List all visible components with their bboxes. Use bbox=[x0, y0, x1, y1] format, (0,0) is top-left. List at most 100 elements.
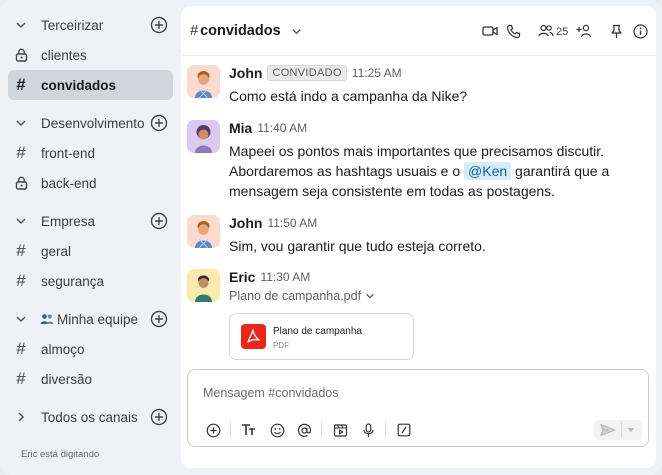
timestamp[interactable]: 11:40 AM bbox=[257, 121, 307, 135]
sidebar: Terceirizar clientes # convidados Desenv… bbox=[0, 0, 180, 475]
people-emoji-icon bbox=[40, 313, 54, 325]
plus-icon[interactable] bbox=[204, 421, 222, 439]
emoji-icon[interactable] bbox=[268, 421, 286, 439]
file-card-type: PDF bbox=[273, 341, 289, 350]
guest-badge: CONVIDADO bbox=[267, 65, 347, 81]
sidebar-item-convidados[interactable]: # convidados bbox=[8, 70, 173, 100]
message-line: mensagem seja consistente em todas as po… bbox=[229, 183, 556, 199]
toolbar-divider bbox=[230, 422, 231, 438]
avatar[interactable] bbox=[187, 215, 220, 248]
message-text: Sim, vou garantir que tudo esteja corret… bbox=[229, 238, 486, 254]
file-name: Plano de campanha.pdf bbox=[229, 289, 362, 303]
sidebar-item-front-end[interactable]: # front-end bbox=[8, 138, 173, 168]
add-channel-icon[interactable] bbox=[150, 310, 168, 328]
section-label: Minha equipe bbox=[57, 311, 139, 327]
avatar[interactable] bbox=[187, 269, 220, 302]
avatar[interactable] bbox=[187, 65, 220, 98]
timestamp[interactable]: 11:50 AM bbox=[267, 216, 317, 230]
message-header: John 11:50 AM bbox=[229, 215, 317, 231]
chevron-down-icon[interactable] bbox=[8, 10, 34, 40]
message-text: Mapeei os pontos mais importantes que pr… bbox=[229, 141, 609, 201]
chevron-down-icon[interactable] bbox=[8, 304, 34, 334]
section-label: Todos os canais bbox=[41, 409, 138, 425]
file-toggle[interactable]: Plano de campanha.pdf bbox=[229, 289, 375, 303]
lock-icon bbox=[8, 168, 34, 198]
mention-icon[interactable] bbox=[295, 421, 313, 439]
text-segment: garantirá que a bbox=[515, 163, 610, 179]
chevron-down-icon[interactable] bbox=[626, 426, 636, 434]
toolbar-divider bbox=[385, 422, 386, 438]
channel-name: convidados bbox=[200, 23, 281, 39]
section-todos-os-canais[interactable]: Todos os canais bbox=[8, 402, 173, 432]
add-channel-icon[interactable] bbox=[150, 212, 168, 230]
chevron-right-icon[interactable] bbox=[8, 402, 34, 432]
sidebar-item-clientes[interactable]: clientes bbox=[8, 40, 173, 70]
message-header: John CONVIDADO 11:25 AM bbox=[229, 65, 402, 81]
chevron-down-icon[interactable] bbox=[291, 26, 302, 37]
user-mention[interactable]: @Ken bbox=[464, 162, 512, 180]
hash-icon: # bbox=[16, 143, 26, 162]
sidebar-item-seguranca[interactable]: # segurança bbox=[8, 266, 173, 296]
chevron-down-icon[interactable] bbox=[8, 206, 34, 236]
member-count[interactable]: 25 bbox=[556, 26, 568, 38]
hash-icon: # bbox=[16, 369, 26, 388]
members-icon[interactable] bbox=[538, 24, 554, 37]
hash-icon: # bbox=[16, 339, 26, 358]
info-icon[interactable] bbox=[633, 24, 648, 39]
section-terceirizar[interactable]: Terceirizar bbox=[8, 10, 173, 40]
chevron-down-icon[interactable] bbox=[365, 291, 375, 301]
section-minha-equipe[interactable]: Minha equipe bbox=[8, 304, 173, 334]
video-icon[interactable] bbox=[482, 24, 498, 38]
avatar[interactable] bbox=[187, 120, 220, 153]
hash-icon: # bbox=[16, 241, 26, 260]
sidebar-item-label: front-end bbox=[41, 145, 96, 161]
section-label: Desenvolvimento bbox=[41, 115, 145, 131]
sidebar-item-label: segurança bbox=[41, 273, 105, 289]
microphone-icon[interactable] bbox=[359, 421, 377, 439]
timestamp[interactable]: 11:25 AM bbox=[352, 66, 402, 80]
author-name[interactable]: Eric bbox=[229, 269, 255, 285]
section-desenvolvimento[interactable]: Desenvolvimento bbox=[8, 108, 173, 138]
app-window: Terceirizar clientes # convidados Desenv… bbox=[0, 0, 662, 475]
message-text: Como está indo a campanha da Nike? bbox=[229, 88, 468, 104]
add-channel-icon[interactable] bbox=[150, 408, 168, 426]
sidebar-item-label: geral bbox=[41, 243, 72, 259]
message-header: Eric 11:30 AM bbox=[229, 269, 310, 285]
add-member-icon[interactable] bbox=[576, 24, 593, 38]
sidebar-item-label: clientes bbox=[41, 47, 87, 63]
message-composer[interactable]: Mensagem #convidados bbox=[187, 369, 649, 447]
timestamp[interactable]: 11:30 AM bbox=[260, 270, 310, 284]
sidebar-item-label: diversão bbox=[41, 371, 93, 387]
pin-icon[interactable] bbox=[610, 24, 623, 39]
section-label: Empresa bbox=[41, 213, 96, 229]
sidebar-item-geral[interactable]: # geral bbox=[8, 236, 173, 266]
message-line: Abordaremos as hashtags usuais e o @Ken … bbox=[229, 161, 609, 181]
pdf-icon bbox=[241, 324, 266, 349]
message-header: Mia 11:40 AM bbox=[229, 120, 307, 136]
text-segment: Abordaremos as hashtags usuais e o bbox=[229, 163, 461, 179]
add-channel-icon[interactable] bbox=[150, 16, 168, 34]
video-clip-icon[interactable] bbox=[331, 421, 349, 439]
chevron-down-icon[interactable] bbox=[8, 108, 34, 138]
message-line: Mapeei os pontos mais importantes que pr… bbox=[229, 143, 605, 159]
hash-icon: # bbox=[190, 23, 199, 39]
toolbar-divider bbox=[321, 422, 322, 438]
message-input[interactable]: Mensagem #convidados bbox=[203, 386, 339, 400]
send-icon[interactable] bbox=[600, 423, 616, 437]
channel-title-button[interactable]: # convidados bbox=[190, 23, 302, 39]
author-name[interactable]: John bbox=[229, 215, 262, 231]
sidebar-item-label: back-end bbox=[41, 175, 97, 191]
file-attachment-card[interactable]: Plano de campanha PDF bbox=[229, 313, 414, 360]
slash-command-icon[interactable] bbox=[395, 421, 413, 439]
sidebar-item-back-end[interactable]: back-end bbox=[8, 168, 173, 198]
section-empresa[interactable]: Empresa bbox=[8, 206, 173, 236]
send-button[interactable] bbox=[594, 420, 642, 440]
author-name[interactable]: John bbox=[229, 65, 262, 81]
phone-icon[interactable] bbox=[506, 24, 521, 39]
author-name[interactable]: Mia bbox=[229, 120, 252, 136]
sidebar-item-diversao[interactable]: # diversão bbox=[8, 364, 173, 394]
text-format-icon[interactable] bbox=[240, 421, 258, 439]
send-divider bbox=[621, 422, 622, 438]
add-channel-icon[interactable] bbox=[150, 114, 168, 132]
sidebar-item-almoco[interactable]: # almoço bbox=[8, 334, 173, 364]
